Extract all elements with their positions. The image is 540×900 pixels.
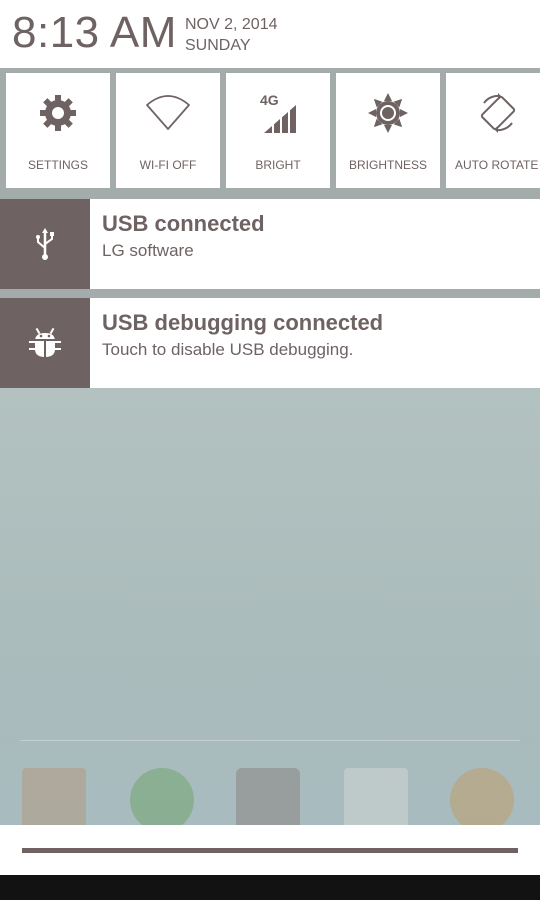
notification-title: USB connected <box>102 211 265 236</box>
dock-divider <box>20 740 520 741</box>
notification-title: USB debugging connected <box>102 310 384 335</box>
drag-handle-area[interactable] <box>0 825 540 875</box>
signal-4g-icon: 4G <box>260 92 296 134</box>
chrome-app-icon <box>450 768 514 832</box>
tile-label: BRIGHTNESS <box>348 158 427 172</box>
date-block: NOV 2, 2014 SUNDAY <box>185 14 278 56</box>
tile-label: WI-FI OFF <box>139 158 197 172</box>
usb-icon <box>36 228 54 260</box>
tile-label: SETTINGS <box>27 158 88 172</box>
tile-mobile-data[interactable]: 4G BRIGHT <box>226 73 330 188</box>
rotate-icon <box>480 93 516 133</box>
date-text: NOV 2, 2014 <box>185 16 278 33</box>
notification-usb-connected[interactable]: USB connected LG software <box>0 199 540 289</box>
bug-icon <box>29 327 61 357</box>
contacts-app-icon <box>22 768 86 832</box>
notification-icon-box <box>0 199 90 289</box>
drag-handle[interactable] <box>22 848 518 853</box>
notification-usb-debugging[interactable]: USB debugging connected Touch to disable… <box>0 298 540 388</box>
notification-icon-box <box>0 298 90 388</box>
notification-header: 8:13 AM NOV 2, 2014 SUNDAY <box>0 0 540 68</box>
tile-brightness[interactable]: BRIGHTNESS <box>336 73 440 188</box>
notification-text: Touch to disable USB debugging. <box>102 340 354 359</box>
tile-auto-rotate[interactable]: AUTO ROTATE <box>446 73 540 188</box>
gmail-app-icon <box>344 768 408 832</box>
tile-label: BRIGHT <box>255 158 301 172</box>
day-text: SUNDAY <box>185 37 251 54</box>
separator <box>0 289 540 298</box>
quick-settings-bar: SETTINGS WI-FI OFF 4G BRIGHT BRIGHTNESS … <box>0 68 540 194</box>
hangouts-app-icon <box>130 768 194 832</box>
wifi-icon <box>146 95 190 130</box>
tile-label: AUTO ROTATE <box>455 158 539 172</box>
tile-wifi[interactable]: WI-FI OFF <box>116 73 220 188</box>
signal-4g-text: 4G <box>260 92 279 108</box>
navigation-bar <box>0 875 540 900</box>
clock: 8:13 AM <box>12 8 177 57</box>
brightness-icon <box>368 93 408 133</box>
apps-drawer-icon <box>236 768 300 832</box>
notification-text: LG software <box>102 241 194 260</box>
tile-settings[interactable]: SETTINGS <box>6 73 110 188</box>
gear-icon <box>40 95 76 131</box>
